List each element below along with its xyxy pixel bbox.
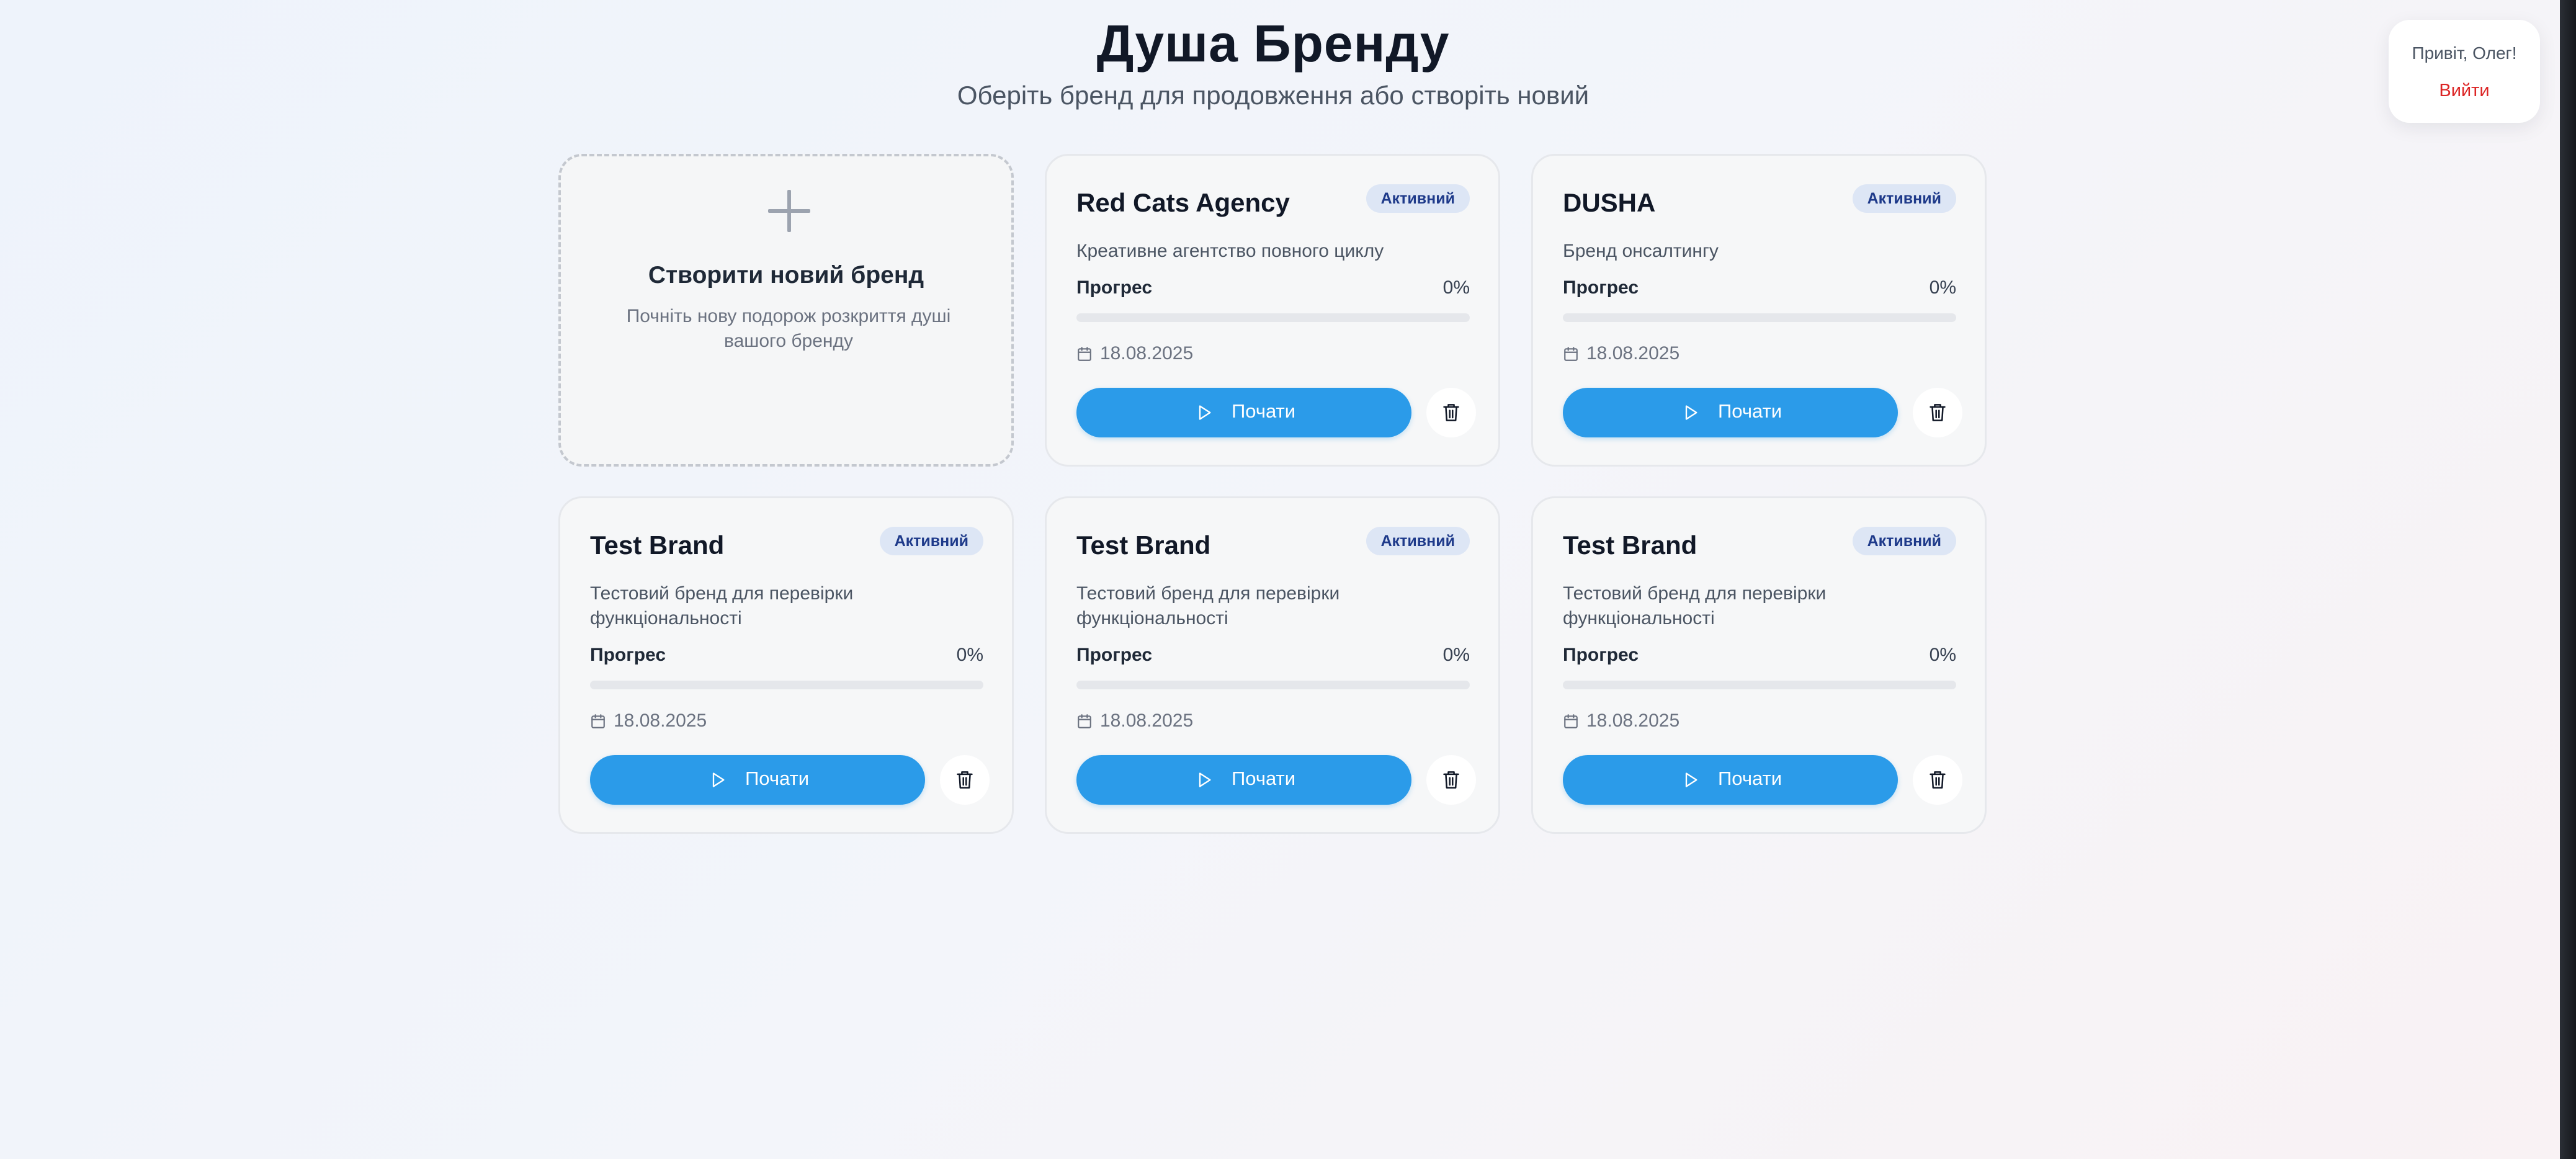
brand-description: Бренд онсалтингу bbox=[1563, 241, 1719, 261]
window-edge bbox=[2560, 0, 2576, 1159]
trash-icon bbox=[957, 771, 973, 789]
start-button[interactable]: Почати bbox=[1563, 755, 1898, 805]
user-panel: Привіт, Олег! Вийти bbox=[2389, 20, 2540, 123]
progress-label: Прогрес bbox=[590, 645, 666, 665]
create-brand-card[interactable]: Створити новий бренд Почніть нову подоро… bbox=[558, 154, 1014, 467]
brand-title: Test Brand bbox=[1076, 530, 1211, 560]
status-badge: Активний bbox=[1852, 527, 1956, 555]
play-icon bbox=[1685, 772, 1697, 787]
start-button[interactable]: Почати bbox=[1076, 755, 1411, 805]
status-badge: Активний bbox=[1366, 527, 1470, 555]
create-brand-title: Створити новий бренд bbox=[648, 262, 924, 289]
calendar-icon bbox=[1078, 714, 1091, 728]
brand-card: Test Brand Активний Тестовий бренд для п… bbox=[558, 496, 1014, 834]
progress-bar bbox=[1563, 681, 1956, 689]
progress-value: 0% bbox=[1442, 277, 1470, 298]
brand-description: Креативне агентство повного циклу bbox=[1076, 241, 1384, 261]
created-date: 18.08.2025 bbox=[1100, 343, 1194, 364]
play-icon bbox=[1199, 772, 1211, 787]
delete-button[interactable] bbox=[1426, 388, 1476, 437]
delete-button[interactable] bbox=[1426, 755, 1476, 805]
progress-label: Прогрес bbox=[1076, 277, 1153, 298]
progress-bar bbox=[1076, 681, 1470, 689]
start-button-label: Почати bbox=[1718, 400, 1782, 422]
progress-bar bbox=[1563, 313, 1956, 322]
trash-icon bbox=[1443, 771, 1459, 789]
brand-description: Тестовий бренд для перевірки функціональ… bbox=[590, 583, 854, 629]
create-brand-description: Почніть нову подорож розкриття душі вашо… bbox=[626, 306, 951, 351]
brand-description: Тестовий бренд для перевірки функціональ… bbox=[1563, 583, 1827, 629]
plus-icon bbox=[768, 190, 810, 232]
start-button[interactable]: Почати bbox=[1076, 388, 1411, 437]
trash-icon bbox=[1930, 404, 1946, 421]
calendar-icon bbox=[1564, 714, 1578, 728]
delete-button[interactable] bbox=[940, 755, 990, 805]
progress-label: Прогрес bbox=[1563, 277, 1639, 298]
brand-card: DUSHA Активний Бренд онсалтингу Прогрес … bbox=[1531, 154, 1987, 467]
progress-value: 0% bbox=[1929, 645, 1956, 665]
brand-title: Test Brand bbox=[1563, 530, 1697, 560]
progress-label: Прогрес bbox=[1563, 645, 1639, 665]
user-greeting: Привіт, Олег! bbox=[2412, 43, 2517, 63]
brand-title: Test Brand bbox=[590, 530, 725, 560]
created-date: 18.08.2025 bbox=[1586, 710, 1680, 731]
progress-value: 0% bbox=[1929, 277, 1956, 298]
start-button-label: Почати bbox=[1232, 400, 1296, 422]
start-button[interactable]: Почати bbox=[1563, 388, 1898, 437]
brand-card: Red Cats Agency Активний Креативне агент… bbox=[1045, 154, 1500, 467]
logout-button[interactable]: Вийти bbox=[2389, 81, 2540, 101]
start-button-label: Почати bbox=[1718, 767, 1782, 789]
start-button-label: Почати bbox=[1232, 767, 1296, 789]
progress-bar bbox=[1076, 313, 1470, 322]
progress-label: Прогрес bbox=[1076, 645, 1153, 665]
delete-button[interactable] bbox=[1913, 388, 1962, 437]
play-icon bbox=[1199, 405, 1211, 420]
progress-value: 0% bbox=[956, 645, 983, 665]
status-badge: Активний bbox=[1852, 184, 1956, 213]
trash-icon bbox=[1443, 404, 1459, 421]
play-icon bbox=[712, 772, 725, 787]
calendar-icon bbox=[1564, 347, 1578, 361]
play-icon bbox=[1685, 405, 1697, 420]
page-title: Душа Бренду bbox=[1096, 14, 1450, 73]
progress-value: 0% bbox=[1442, 645, 1470, 665]
status-badge: Активний bbox=[879, 527, 983, 555]
page-subtitle: Оберіть бренд для продовження або створі… bbox=[957, 81, 1590, 110]
created-date: 18.08.2025 bbox=[1100, 710, 1194, 731]
brand-title: DUSHA bbox=[1563, 188, 1656, 217]
calendar-icon bbox=[1078, 347, 1091, 361]
status-badge: Активний bbox=[1366, 184, 1470, 213]
brand-card: Test Brand Активний Тестовий бренд для п… bbox=[1045, 496, 1500, 834]
progress-bar bbox=[590, 681, 983, 689]
created-date: 18.08.2025 bbox=[614, 710, 707, 731]
trash-icon bbox=[1930, 771, 1946, 789]
brand-title: Red Cats Agency bbox=[1076, 188, 1290, 217]
brand-description: Тестовий бренд для перевірки функціональ… bbox=[1076, 583, 1340, 629]
start-button-label: Почати bbox=[745, 767, 810, 789]
calendar-icon bbox=[591, 714, 605, 728]
created-date: 18.08.2025 bbox=[1586, 343, 1680, 364]
brand-card: Test Brand Активний Тестовий бренд для п… bbox=[1531, 496, 1987, 834]
delete-button[interactable] bbox=[1913, 755, 1962, 805]
start-button[interactable]: Почати bbox=[590, 755, 925, 805]
